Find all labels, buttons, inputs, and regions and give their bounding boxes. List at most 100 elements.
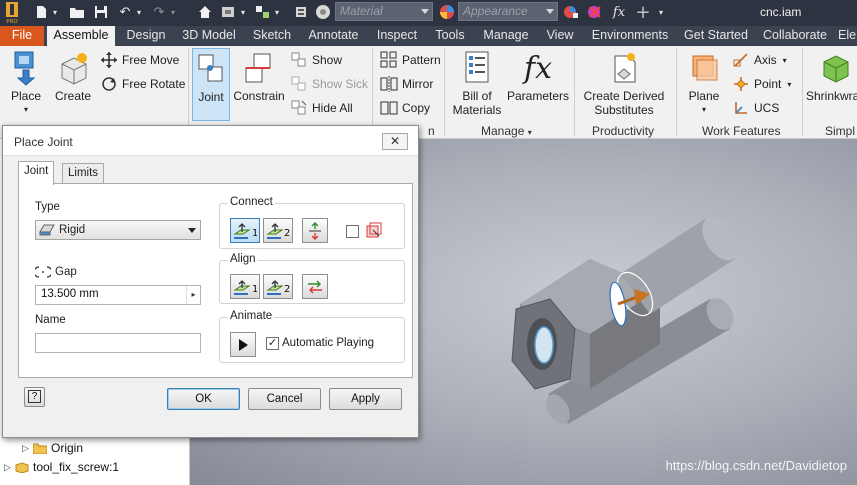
tab-joint[interactable]: Joint xyxy=(18,161,55,185)
properties-icon[interactable] xyxy=(292,3,310,21)
automatic-playing-checkbox[interactable]: ✓ xyxy=(266,337,279,350)
update-dropdown-icon[interactable]: ▾ xyxy=(238,3,248,21)
cancel-button[interactable]: Cancel xyxy=(248,388,321,410)
create-derived-label-2: Substitutes xyxy=(594,103,654,117)
tab-sketch[interactable]: Sketch xyxy=(247,26,297,46)
constrain-button[interactable]: Constrain xyxy=(232,50,286,103)
tab-manage[interactable]: Manage xyxy=(477,26,535,46)
copy-icon xyxy=(380,101,398,115)
tab-environments[interactable]: Environments xyxy=(586,26,674,46)
tab-view[interactable]: View xyxy=(540,26,580,46)
open-folder-icon[interactable] xyxy=(68,3,86,21)
undo-icon[interactable]: ↶ xyxy=(116,3,134,21)
ok-button[interactable]: OK xyxy=(167,388,240,410)
show-sick-button[interactable]: Show Sick xyxy=(290,74,368,94)
clear-appearance-icon[interactable] xyxy=(586,3,604,21)
plane-button[interactable]: Plane ▾ xyxy=(682,50,726,117)
tab-limits[interactable]: Limits xyxy=(62,163,105,184)
flip-alignment-button[interactable] xyxy=(302,274,328,299)
browser-item-origin[interactable]: ▷ Origin xyxy=(22,439,83,457)
new-dropdown-icon[interactable]: ▾ xyxy=(50,3,60,21)
type-dropdown[interactable]: Rigid xyxy=(35,220,201,240)
tab-design[interactable]: Design xyxy=(121,26,171,46)
create-derived-label-1: Create Derived xyxy=(583,89,665,103)
flip-component-button[interactable] xyxy=(302,218,328,243)
simplify-panel-title: Simpl xyxy=(825,124,856,138)
joint-button[interactable]: Joint xyxy=(192,48,230,121)
free-rotate-button[interactable]: Free Rotate xyxy=(100,74,185,94)
dialog-title-bar[interactable]: Place Joint ✕ xyxy=(3,126,418,156)
ribbon-separator xyxy=(676,48,677,136)
name-input[interactable] xyxy=(35,333,201,353)
manage-panel-title[interactable]: Manage ▾ xyxy=(481,124,532,138)
hide-all-label: Hide All xyxy=(312,101,353,115)
create-button[interactable]: Create xyxy=(52,50,94,103)
tab-3d-model[interactable]: 3D Model xyxy=(176,26,242,46)
axis-label: Axis xyxy=(754,53,777,67)
apply-button[interactable]: Apply xyxy=(329,388,402,410)
plus-icon[interactable]: + xyxy=(634,2,652,23)
copy-button[interactable]: Copy xyxy=(380,98,430,118)
gap-input[interactable]: 13.500 mm ▸ xyxy=(35,285,201,305)
tab-get-started[interactable]: Get Started xyxy=(680,26,752,46)
undo-dropdown-icon[interactable]: ▾ xyxy=(134,3,144,21)
mirror-button[interactable]: Mirror xyxy=(380,74,433,94)
bill-of-materials-icon xyxy=(465,51,489,83)
update-icon[interactable] xyxy=(220,3,238,21)
connect-origin-1-button[interactable]: 1 xyxy=(230,218,260,243)
material-sphere-icon[interactable] xyxy=(314,3,332,21)
derived-substitute-icon xyxy=(614,53,636,83)
align-1-button[interactable]: 1 xyxy=(230,274,260,299)
tab-collaborate[interactable]: Collaborate xyxy=(758,26,832,46)
show-preview-checkbox[interactable] xyxy=(346,225,359,238)
create-derived-substitutes-button[interactable]: Create Derived Substitutes xyxy=(580,50,668,117)
home-icon[interactable] xyxy=(196,3,214,21)
fx-icon[interactable]: fx xyxy=(610,3,628,21)
play-animation-button[interactable] xyxy=(230,332,256,357)
free-move-button[interactable]: Free Move xyxy=(100,50,179,70)
pattern-button[interactable]: Pattern xyxy=(380,50,441,70)
play-icon xyxy=(239,338,248,351)
arrow-right-icon[interactable]: ▸ xyxy=(186,286,200,304)
inventor-logo[interactable]: PRO xyxy=(4,1,20,25)
redo-icon[interactable]: ↷ xyxy=(150,3,168,21)
appearance-dropdown[interactable]: Appearance xyxy=(458,2,558,21)
close-icon[interactable]: ✕ xyxy=(382,133,408,150)
adjust-appearance-icon[interactable] xyxy=(562,3,580,21)
tab-electromechanical[interactable]: Ele xyxy=(838,26,857,46)
redo-dropdown-icon[interactable]: ▾ xyxy=(168,3,178,21)
place-button[interactable]: Place ▾ xyxy=(4,50,48,117)
gap-icon xyxy=(35,266,51,278)
align-label: Align xyxy=(228,253,258,265)
filter-dropdown-icon[interactable]: ▾ xyxy=(272,3,282,21)
hide-all-button[interactable]: Hide All xyxy=(290,98,353,118)
show-button[interactable]: Show xyxy=(290,50,342,70)
bill-of-materials-button[interactable]: Bill of Materials xyxy=(448,50,506,117)
shrinkwrap-button[interactable]: Shrinkwra xyxy=(806,50,857,103)
align-select-icon: 2 xyxy=(266,279,290,295)
tab-assemble[interactable]: Assemble xyxy=(47,26,115,46)
point-button[interactable]: Point ▾ xyxy=(732,74,791,94)
align-2-button[interactable]: 2 xyxy=(263,274,293,299)
new-file-icon[interactable] xyxy=(32,3,50,21)
select-filter-icon[interactable] xyxy=(254,3,272,21)
appearance-sphere-icon[interactable] xyxy=(438,3,456,21)
customize-dropdown-icon[interactable]: ▾ xyxy=(656,3,666,21)
material-dropdown[interactable]: Material xyxy=(335,2,433,21)
browser-item-tool-fix-screw[interactable]: ▷ tool_fix_screw:1 xyxy=(4,458,119,476)
tab-tools[interactable]: Tools xyxy=(429,26,471,46)
help-button[interactable]: ? xyxy=(24,387,45,407)
constrain-label: Constrain xyxy=(233,89,285,103)
parameters-button[interactable]: fx Parameters xyxy=(506,50,570,103)
ucs-button[interactable]: UCS xyxy=(732,98,779,118)
expand-arrow-icon[interactable]: ▷ xyxy=(4,462,12,473)
tab-file[interactable]: File xyxy=(0,26,44,46)
tab-inspect[interactable]: Inspect xyxy=(370,26,424,46)
name-label: Name xyxy=(35,314,66,326)
axis-button[interactable]: Axis ▾ xyxy=(732,50,787,70)
tab-annotate[interactable]: Annotate xyxy=(302,26,365,46)
connect-origin-2-button[interactable]: 2 xyxy=(263,218,293,243)
save-icon[interactable] xyxy=(92,3,110,21)
expand-arrow-icon[interactable]: ▷ xyxy=(22,443,30,454)
work-axis-icon xyxy=(733,53,748,67)
